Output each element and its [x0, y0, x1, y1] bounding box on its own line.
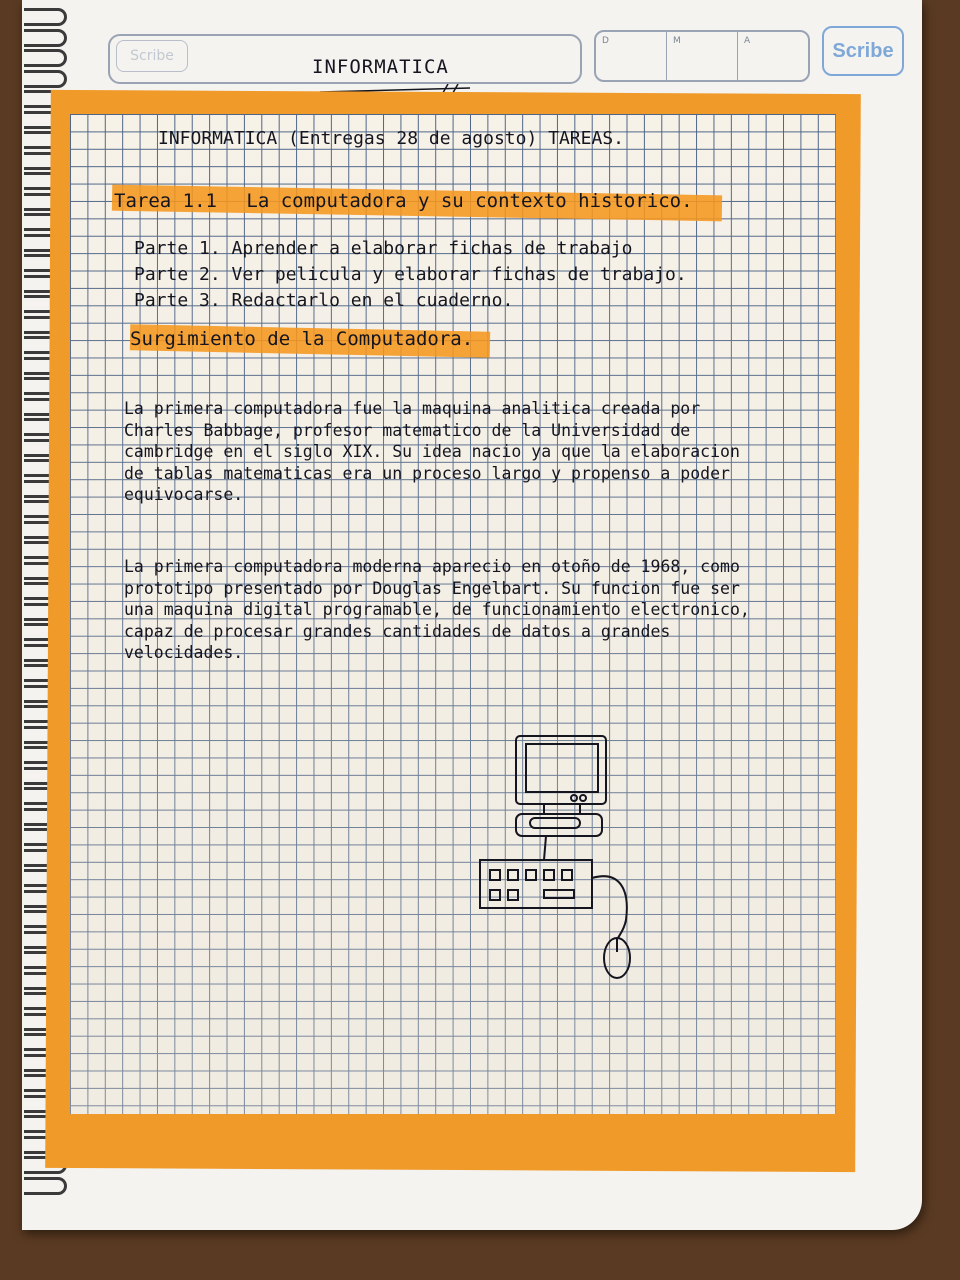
paragraph-engelbart: La primera computadora moderna aparecio …: [124, 557, 750, 662]
monitor-icon: [515, 735, 607, 805]
spiral-ring: [24, 8, 67, 26]
computer-drawing: [479, 735, 631, 979]
date-year-cell: A: [744, 36, 751, 46]
spiral-ring: [24, 69, 67, 88]
paragraph-babbage: La primera computadora fue la maquina an…: [124, 399, 740, 504]
parts-list: Parte 1. Aprender a elaborar fichas de t…: [134, 236, 687, 314]
brand-logo: Scribe: [822, 26, 904, 76]
keyboard-icon: [479, 859, 593, 909]
spiral-ring: [24, 1176, 67, 1195]
spiral-ring: [24, 28, 67, 47]
date-month-cell: M: [667, 32, 738, 80]
part-item: Parte 3. Redactarlo en el cuaderno.: [134, 290, 514, 311]
part-item: Parte 2. Ver pelicula y elaborar fichas …: [134, 264, 687, 285]
date-box: D M A: [594, 30, 810, 82]
spiral-ring: [24, 49, 67, 67]
page-title: INFORMATICA: [312, 56, 449, 78]
section-subtitle: Surgimiento de la Computadora.: [130, 328, 474, 350]
ghost-brand-text: Scribe: [116, 40, 188, 72]
task-title: La computadora y su contexto historico.: [246, 190, 693, 212]
task-heading: Tarea 1.1 La computadora y su contexto h…: [114, 190, 693, 212]
task-label: Tarea 1.1: [114, 190, 217, 212]
note-title: INFORMATICA (Entregas 28 de agosto) TARE…: [158, 128, 624, 149]
cpu-base-icon: [515, 804, 603, 861]
date-day-cell: D: [596, 32, 667, 80]
part-item: Parte 1. Aprender a elaborar fichas de t…: [134, 238, 633, 259]
mouse-icon: [591, 875, 631, 979]
